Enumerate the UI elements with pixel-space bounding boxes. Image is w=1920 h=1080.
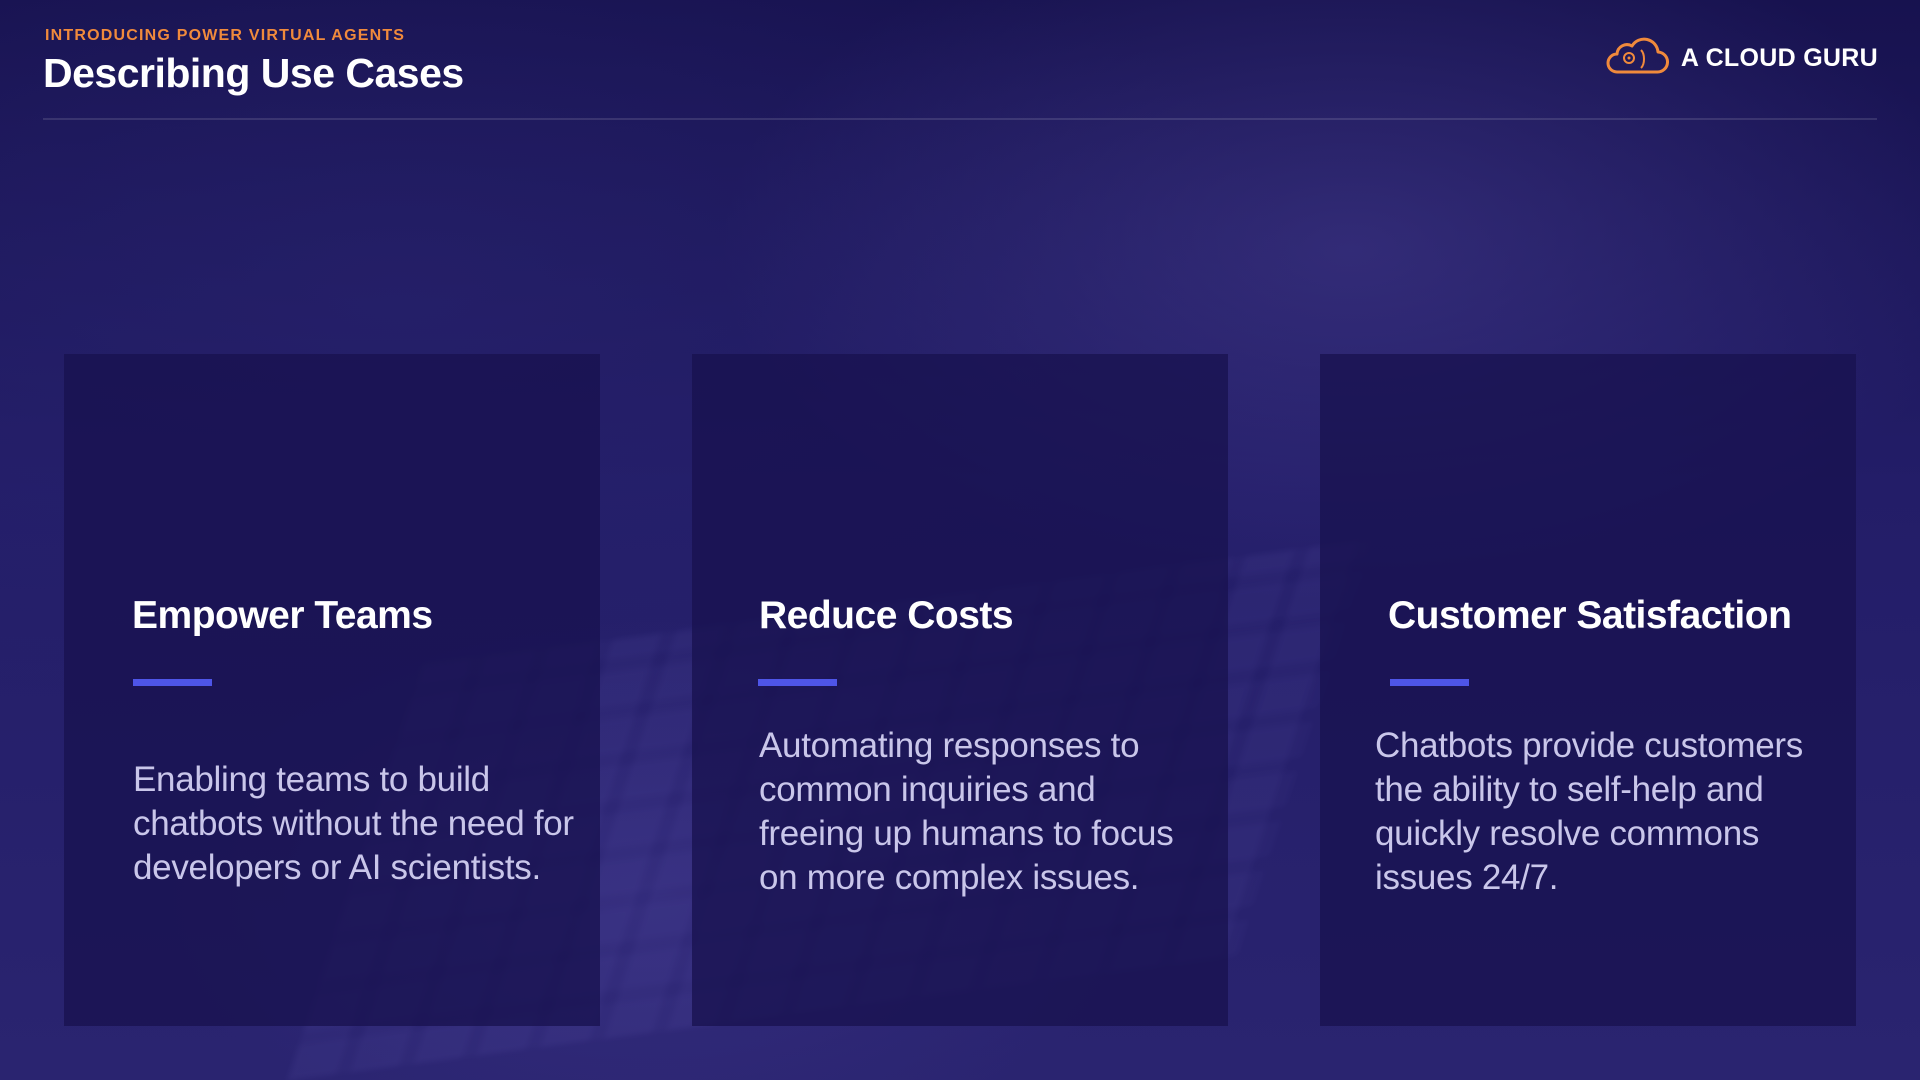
header-divider — [43, 118, 1877, 120]
cloud-icon — [1605, 36, 1669, 81]
card-accent-rule — [133, 679, 212, 686]
brand-logo: A CLOUD GURU — [1605, 36, 1878, 81]
slide-title: Describing Use Cases — [43, 50, 464, 96]
slide-eyebrow: INTRODUCING POWER VIRTUAL AGENTS — [45, 27, 406, 44]
card-title: Reduce Costs — [759, 594, 1014, 637]
card-body: Automating responses to common inquiries… — [759, 726, 1174, 897]
brand-name: A CLOUD GURU — [1680, 44, 1878, 72]
card-title: Empower Teams — [132, 594, 433, 637]
use-case-card-customer-satisfaction: Customer Satisfaction Chatbots provide c… — [1320, 354, 1856, 1026]
use-case-card-empower-teams: Empower Teams Enabling teams to build ch… — [64, 354, 600, 1026]
slide: INTRODUCING POWER VIRTUAL AGENTS Describ… — [0, 0, 1920, 1080]
card-body: Enabling teams to build chatbots without… — [133, 760, 574, 887]
card-title: Customer Satisfaction — [1388, 594, 1792, 637]
card-body: Chatbots provide customers the ability t… — [1375, 726, 1803, 897]
card-accent-rule — [1390, 679, 1469, 686]
card-accent-rule — [758, 679, 837, 686]
use-case-card-reduce-costs: Reduce Costs Automating responses to com… — [692, 354, 1228, 1026]
